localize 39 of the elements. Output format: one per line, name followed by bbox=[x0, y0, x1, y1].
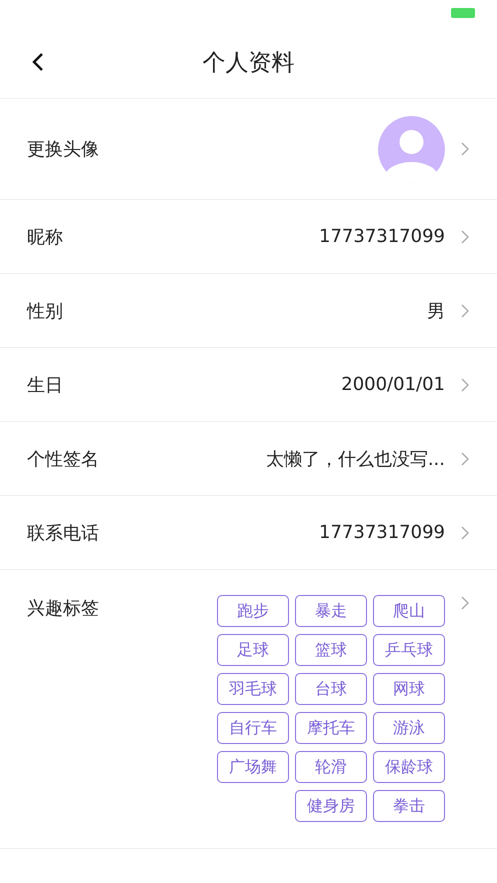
interest-tag[interactable]: 摩托车 bbox=[295, 712, 367, 744]
interest-tag[interactable]: 健身房 bbox=[295, 790, 367, 822]
interest-tag[interactable]: 自行车 bbox=[217, 712, 289, 744]
interest-tag[interactable]: 乒乓球 bbox=[373, 634, 445, 666]
interest-tag[interactable]: 广场舞 bbox=[217, 751, 289, 783]
interest-tag[interactable]: 保龄球 bbox=[373, 751, 445, 783]
interest-tag[interactable]: 拳击 bbox=[373, 790, 445, 822]
row-value: 男 bbox=[427, 300, 445, 322]
page-title: 个人资料 bbox=[202, 50, 294, 76]
chevron-right-icon bbox=[461, 142, 469, 156]
interest-tag[interactable]: 爬山 bbox=[373, 595, 445, 627]
interest-tag[interactable]: 篮球 bbox=[295, 634, 367, 666]
chevron-right-icon bbox=[461, 596, 469, 610]
row-value: 太懒了，什么也没写... bbox=[266, 448, 445, 470]
row-label: 昵称 bbox=[27, 226, 63, 248]
interest-tag[interactable]: 轮滑 bbox=[295, 751, 367, 783]
chevron-right-icon bbox=[461, 526, 469, 540]
interest-tag[interactable]: 足球 bbox=[217, 634, 289, 666]
interest-tag[interactable]: 网球 bbox=[373, 673, 445, 705]
row-value: 2000/01/01 bbox=[341, 374, 445, 395]
back-icon[interactable] bbox=[32, 52, 44, 72]
chevron-right-icon bbox=[461, 304, 469, 318]
row-label: 生日 bbox=[27, 374, 63, 396]
row-label: 联系电话 bbox=[27, 522, 99, 544]
row-value: 17737317099 bbox=[319, 226, 445, 247]
row-label: 性别 bbox=[27, 300, 63, 322]
chevron-right-icon bbox=[461, 452, 469, 466]
chevron-right-icon bbox=[461, 378, 469, 392]
row-label: 兴趣标签 bbox=[27, 597, 99, 620]
row-value: 17737317099 bbox=[319, 522, 445, 543]
interest-tag[interactable]: 暴走 bbox=[295, 595, 367, 627]
row-label: 更换头像 bbox=[27, 138, 99, 161]
chevron-right-icon bbox=[461, 230, 469, 244]
interest-tag[interactable]: 游泳 bbox=[373, 712, 445, 744]
interest-tag[interactable]: 跑步 bbox=[217, 595, 289, 627]
row-label: 个性签名 bbox=[27, 448, 99, 470]
interest-tag[interactable]: 台球 bbox=[295, 673, 367, 705]
battery-icon bbox=[451, 8, 475, 18]
interest-tag[interactable]: 羽毛球 bbox=[217, 673, 289, 705]
